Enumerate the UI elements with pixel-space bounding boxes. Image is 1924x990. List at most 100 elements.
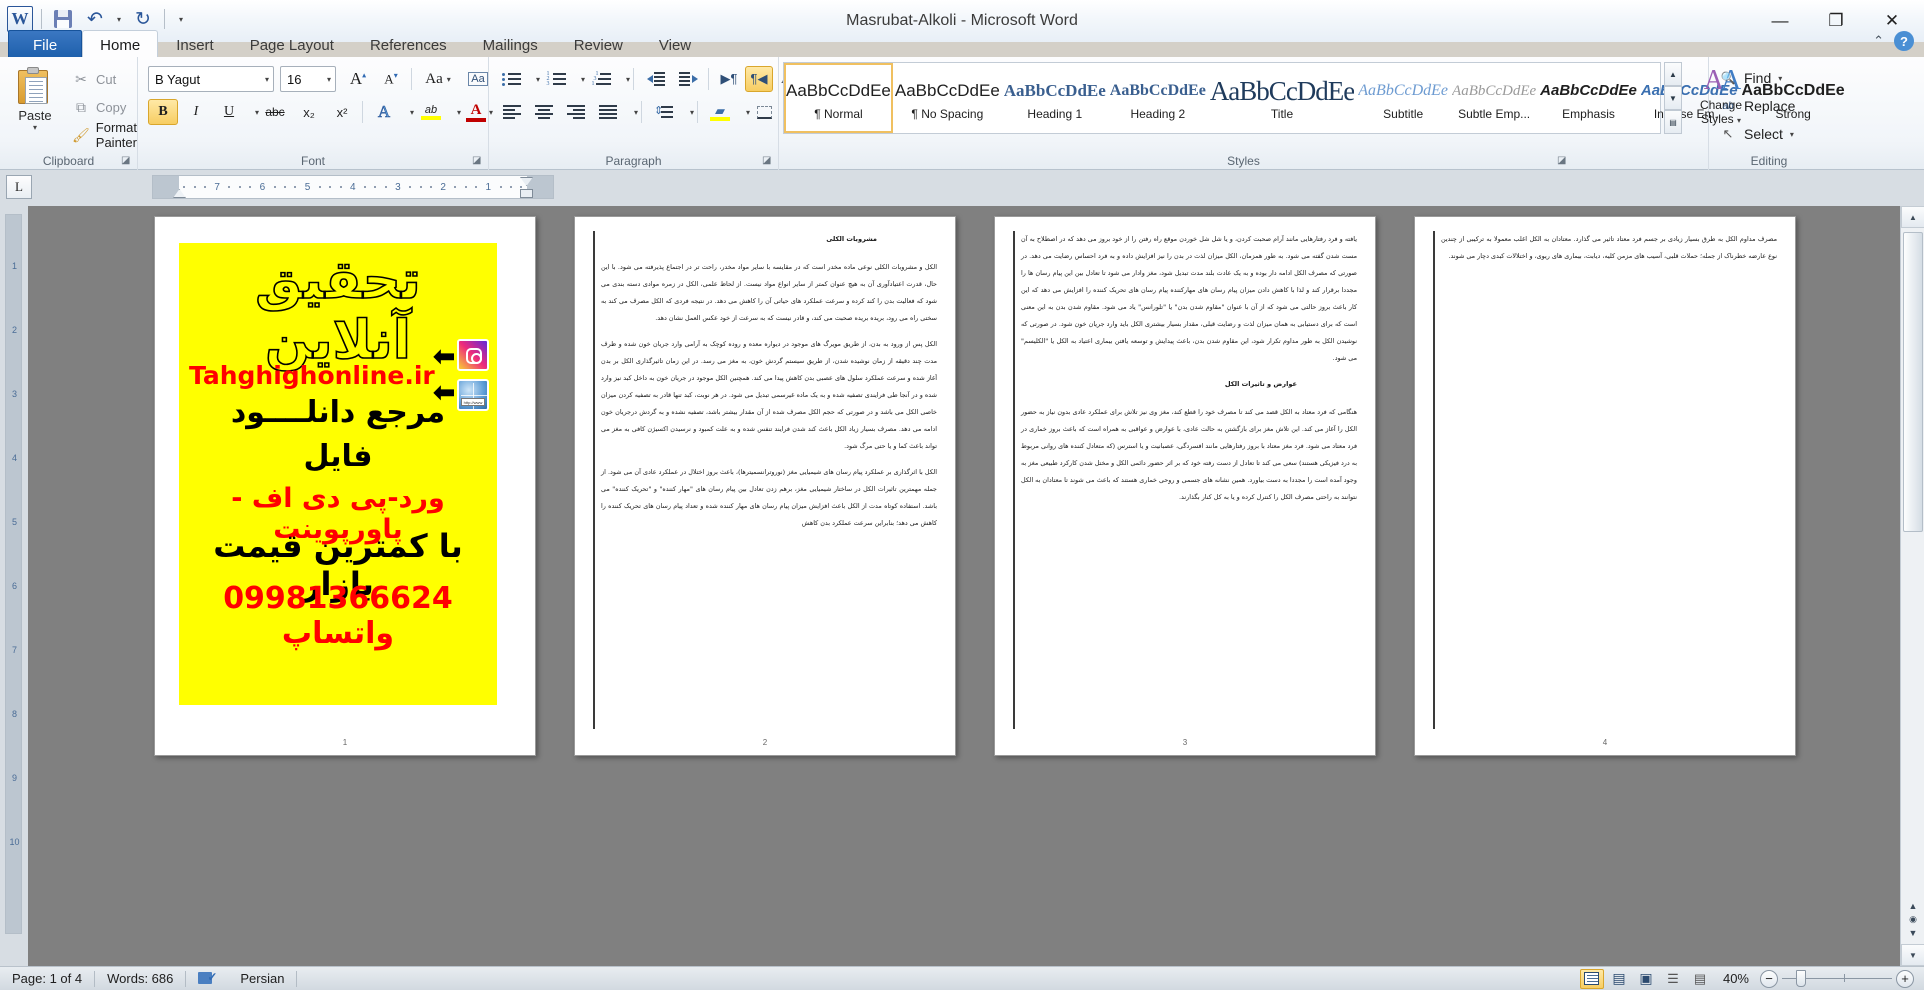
- tab-review[interactable]: Review: [556, 30, 641, 60]
- shrink-font-button[interactable]: A▾: [376, 66, 406, 92]
- numbering-button[interactable]: 1 2 3: [542, 66, 570, 92]
- grow-font-button[interactable]: A▴: [343, 66, 373, 92]
- align-center-button[interactable]: [529, 99, 559, 125]
- document-page[interactable]: یافته و فرد رفتارهایی مانند آرام صحبت کر…: [994, 216, 1376, 756]
- styles-scroll-up-button[interactable]: ▲: [1664, 62, 1682, 86]
- underline-button[interactable]: U: [214, 99, 244, 125]
- tab-page-layout[interactable]: Page Layout: [232, 30, 352, 60]
- shading-button[interactable]: ▰: [705, 99, 735, 125]
- highlight-button[interactable]: ab: [416, 99, 446, 125]
- tab-view[interactable]: View: [641, 30, 709, 60]
- styles-more-button[interactable]: ▤: [1664, 110, 1682, 134]
- multilevel-dropdown[interactable]: ▾: [615, 66, 641, 92]
- subscript-button[interactable]: x₂: [294, 99, 324, 125]
- draft-view-button[interactable]: ▤: [1688, 969, 1712, 989]
- text-effects-button[interactable]: A: [369, 99, 399, 125]
- zoom-level[interactable]: 40%: [1715, 971, 1757, 986]
- advertisement-image[interactable]: تحقیق آنلاین Tahghighonline.ir http://www ⬅…: [179, 243, 497, 705]
- justify-button[interactable]: [593, 99, 623, 125]
- spell-check-indicator[interactable]: ✓: [186, 969, 228, 989]
- line-spacing-dropdown[interactable]: ▾: [679, 99, 705, 125]
- style-heading-2[interactable]: AaBbCcDdEe Heading 2: [1108, 63, 1208, 133]
- borders-button[interactable]: [750, 99, 778, 125]
- bullets-button[interactable]: [497, 66, 525, 92]
- zoom-thumb[interactable]: [1796, 970, 1806, 987]
- copy-button[interactable]: ⧉ Copy: [68, 95, 130, 119]
- tab-insert[interactable]: Insert: [158, 30, 232, 60]
- web-layout-view-button[interactable]: ▣: [1634, 969, 1658, 989]
- horizontal-ruler[interactable]: 7 6 5 4 3 2 1: [152, 175, 554, 199]
- page-text-body[interactable]: مصرف مداوم الکل به طرق بسیار زیادی بر جس…: [1433, 231, 1777, 729]
- align-right-button[interactable]: [561, 99, 591, 125]
- bold-button[interactable]: B: [148, 99, 178, 125]
- next-page-button[interactable]: ▼: [1909, 928, 1918, 938]
- vertical-scrollbar[interactable]: ▲ ▲ ◉ ▼ ▼: [1900, 206, 1924, 966]
- select-browse-object-button[interactable]: ◉: [1909, 914, 1917, 925]
- change-case-button[interactable]: Aa ▾: [419, 66, 457, 92]
- full-screen-reading-button[interactable]: ▤: [1607, 969, 1631, 989]
- style-heading-1[interactable]: AaBbCcDdEe Heading 1: [1002, 63, 1108, 133]
- styles-scroll-down-button[interactable]: ▼: [1664, 86, 1682, 110]
- previous-page-button[interactable]: ▲: [1909, 901, 1918, 911]
- find-button[interactable]: 🔍 Find ▾: [1715, 65, 1823, 91]
- word-count[interactable]: Words: 686: [95, 969, 185, 989]
- zoom-track[interactable]: [1782, 970, 1892, 987]
- print-layout-icon: [1584, 972, 1600, 985]
- replace-button[interactable]: ab Replace: [1715, 93, 1823, 119]
- tab-mailings[interactable]: Mailings: [465, 30, 556, 60]
- line-spacing-button[interactable]: ⇕: [649, 99, 679, 125]
- styles-dialog-launcher[interactable]: ◪: [1557, 156, 1568, 167]
- style-normal[interactable]: AaBbCcDdEe ¶ Normal: [784, 63, 893, 133]
- rtl-text-direction-button[interactable]: ¶◀: [745, 66, 773, 92]
- superscript-button[interactable]: x²: [327, 99, 357, 125]
- zoom-slider[interactable]: − +: [1760, 969, 1914, 988]
- style-no-spacing[interactable]: AaBbCcDdEe ¶ No Spacing: [893, 63, 1002, 133]
- page-text-body[interactable]: مشروبات الکلی الکل و مشروبات الکلی نوعی م…: [593, 231, 937, 729]
- minimize-ribbon-icon[interactable]: ⌃: [1873, 33, 1884, 49]
- zoom-out-button[interactable]: −: [1760, 969, 1778, 988]
- document-page[interactable]: مشروبات الکلی الکل و مشروبات الکلی نوعی م…: [574, 216, 956, 756]
- increase-indent-button[interactable]: [673, 66, 703, 92]
- style-subtitle[interactable]: AaBbCcDdEe Subtitle: [1356, 63, 1450, 133]
- font-dialog-launcher[interactable]: ◪: [472, 156, 483, 167]
- style-subtle-emp[interactable]: AaBbCcDdEe Subtle Emp...: [1450, 63, 1538, 133]
- italic-button[interactable]: I: [181, 99, 211, 125]
- language-indicator[interactable]: Persian: [228, 969, 296, 989]
- scroll-down-button[interactable]: ▼: [1901, 944, 1924, 966]
- tab-references[interactable]: References: [352, 30, 465, 60]
- font-name-combobox[interactable]: B Yagut ▾: [148, 66, 274, 92]
- style-emphasis[interactable]: AaBbCcDdEe Emphasis: [1538, 63, 1639, 133]
- document-page[interactable]: مصرف مداوم الکل به طرق بسیار زیادی بر جس…: [1414, 216, 1796, 756]
- vruler-tick-label: 4: [11, 453, 17, 463]
- page-text-body[interactable]: یافته و فرد رفتارهایی مانند آرام صحبت کر…: [1013, 231, 1357, 729]
- style-title[interactable]: AaBbCcDdEe Title: [1208, 63, 1356, 133]
- multilevel-list-button[interactable]: 1 3 1: [587, 66, 615, 92]
- tab-stop-selector[interactable]: L: [6, 175, 32, 199]
- styles-gallery[interactable]: AaBbCcDdEe ¶ Normal AaBbCcDdEe ¶ No Spacing…: [783, 62, 1845, 134]
- paragraph-dialog-launcher[interactable]: ◪: [762, 156, 773, 167]
- paste-button[interactable]: Paste ▾: [8, 63, 62, 147]
- strikethrough-button[interactable]: abc: [259, 99, 291, 125]
- scrollbar-thumb[interactable]: [1903, 232, 1923, 532]
- justify-dropdown[interactable]: ▾: [623, 99, 649, 125]
- font-size-combobox[interactable]: 16 ▾: [280, 66, 336, 92]
- zoom-in-button[interactable]: +: [1896, 969, 1914, 988]
- decrease-indent-button[interactable]: [641, 66, 671, 92]
- document-pages[interactable]: تحقیق آنلاین Tahghighonline.ir http://www ⬅…: [28, 206, 1900, 966]
- help-icon[interactable]: ?: [1894, 31, 1914, 51]
- tab-home[interactable]: Home: [82, 30, 159, 60]
- document-page[interactable]: تحقیق آنلاین Tahghighonline.ir http://www ⬅…: [154, 216, 536, 756]
- multilevel-list-icon: 1 3 1: [592, 71, 611, 87]
- scroll-up-button[interactable]: ▲: [1901, 206, 1924, 228]
- ltr-text-direction-button[interactable]: ▶¶: [715, 66, 743, 92]
- right-indent-marker[interactable]: [520, 189, 533, 198]
- format-painter-button[interactable]: 🖌 Format Painter: [68, 120, 141, 150]
- clipboard-dialog-launcher[interactable]: ◪: [121, 156, 132, 167]
- outline-view-button[interactable]: ☰: [1661, 969, 1685, 989]
- align-left-button[interactable]: [497, 99, 527, 125]
- cut-button[interactable]: ✂ Cut: [68, 67, 120, 91]
- tab-file[interactable]: File: [8, 30, 83, 60]
- page-indicator[interactable]: Page: 1 of 4: [0, 969, 94, 989]
- select-button[interactable]: ↖ Select ▾: [1715, 121, 1823, 147]
- print-layout-view-button[interactable]: [1579, 968, 1604, 989]
